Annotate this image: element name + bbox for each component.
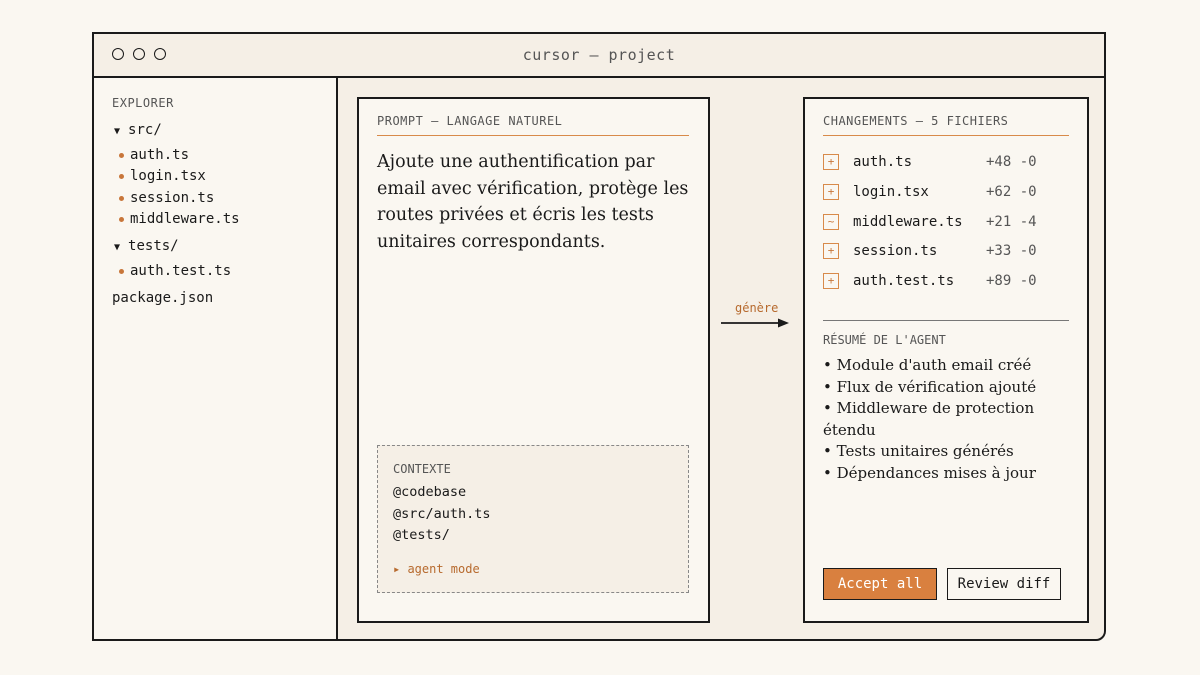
file-item[interactable]: session.ts: [119, 190, 214, 206]
caret-down-icon: ▼: [114, 126, 121, 137]
summary-list: • Module d'auth email créé • Flux de vér…: [823, 355, 1087, 484]
prompt-header: PROMPT — LANGAGE NATUREL: [377, 114, 689, 136]
change-stats: +89 -0: [986, 273, 1037, 289]
plus-icon: +: [823, 184, 839, 200]
tilde-icon: ~: [823, 214, 839, 230]
file-label: auth.test.ts: [130, 263, 232, 279]
summary-item: • Tests unitaires générés: [823, 442, 1014, 460]
prompt-input[interactable]: Ajoute une authentification par email av…: [377, 149, 697, 255]
change-stats: +21 -4: [986, 214, 1037, 230]
file-dot-icon: [119, 268, 124, 274]
file-dot-icon: [119, 195, 124, 201]
file-label: package.json: [112, 290, 214, 306]
explorer-label: EXPLORER: [112, 96, 174, 110]
caret-down-icon: ▼: [114, 242, 121, 253]
folder-label: src/: [128, 122, 162, 138]
agent-mode-toggle[interactable]: ▸ agent mode: [393, 562, 480, 576]
app-window: cursor — project EXPLORER ▼ src/ auth.ts …: [92, 32, 1106, 641]
change-stats: +48 -0: [986, 154, 1037, 170]
file-dot-icon: [119, 216, 124, 222]
prompt-panel: PROMPT — LANGAGE NATUREL Ajoute une auth…: [357, 97, 710, 623]
context-item[interactable]: @codebase: [393, 484, 466, 500]
context-label: CONTEXTE: [393, 462, 451, 476]
plus-icon: +: [823, 273, 839, 289]
file-item[interactable]: auth.test.ts: [119, 263, 231, 279]
plus-icon: +: [823, 154, 839, 170]
plus-icon: +: [823, 243, 839, 259]
summary-item: • Module d'auth email créé: [823, 356, 1032, 374]
file-label: auth.ts: [130, 147, 190, 163]
change-file-name: auth.test.ts: [853, 273, 955, 289]
window-title: cursor — project: [522, 46, 676, 64]
summary-item: • Dépendances mises à jour: [823, 463, 1036, 482]
file-dot-icon: [119, 173, 124, 179]
context-item[interactable]: @src/auth.ts: [393, 506, 491, 522]
context-item[interactable]: @tests/: [393, 527, 450, 543]
change-stats: +62 -0: [986, 184, 1037, 200]
file-dot-icon: [119, 152, 124, 158]
change-stats: +33 -0: [986, 243, 1037, 259]
file-label: middleware.ts: [130, 211, 240, 227]
file-item[interactable]: auth.ts: [119, 147, 189, 163]
changes-header: CHANGEMENTS — 5 FICHIERS: [823, 114, 1069, 136]
context-box: CONTEXTE @codebase @src/auth.ts @tests/ …: [377, 445, 689, 593]
changes-panel: CHANGEMENTS — 5 FICHIERS + auth.ts +48 -…: [803, 97, 1089, 623]
summary-label: RÉSUMÉ DE L'AGENT: [823, 333, 946, 347]
change-file-name: login.tsx: [853, 184, 929, 200]
file-label: session.ts: [130, 190, 215, 206]
change-file-name: auth.ts: [853, 154, 913, 170]
file-item[interactable]: package.json: [112, 290, 213, 306]
summary-item: • Flux de vérification ajouté: [823, 377, 1037, 396]
file-item[interactable]: middleware.ts: [119, 211, 240, 227]
arrow-label: génère: [735, 301, 779, 315]
file-item[interactable]: login.tsx: [119, 168, 206, 184]
divider: [823, 320, 1069, 321]
review-diff-button[interactable]: Review diff: [947, 568, 1061, 600]
folder-src[interactable]: ▼ src/: [114, 122, 162, 138]
file-label: login.tsx: [130, 168, 206, 184]
folder-label: tests/: [128, 238, 179, 254]
change-file-name: middleware.ts: [853, 214, 963, 230]
summary-item: • Middleware de protection étendu: [823, 399, 1035, 439]
change-file-name: session.ts: [853, 243, 938, 259]
explorer-sidebar: EXPLORER ▼ src/ auth.ts login.tsx session…: [94, 78, 338, 639]
arrow-right-icon: [721, 318, 789, 328]
folder-tests[interactable]: ▼ tests/: [114, 238, 179, 254]
accept-all-button[interactable]: Accept all: [823, 568, 937, 600]
title-bar: cursor — project: [94, 34, 1104, 78]
